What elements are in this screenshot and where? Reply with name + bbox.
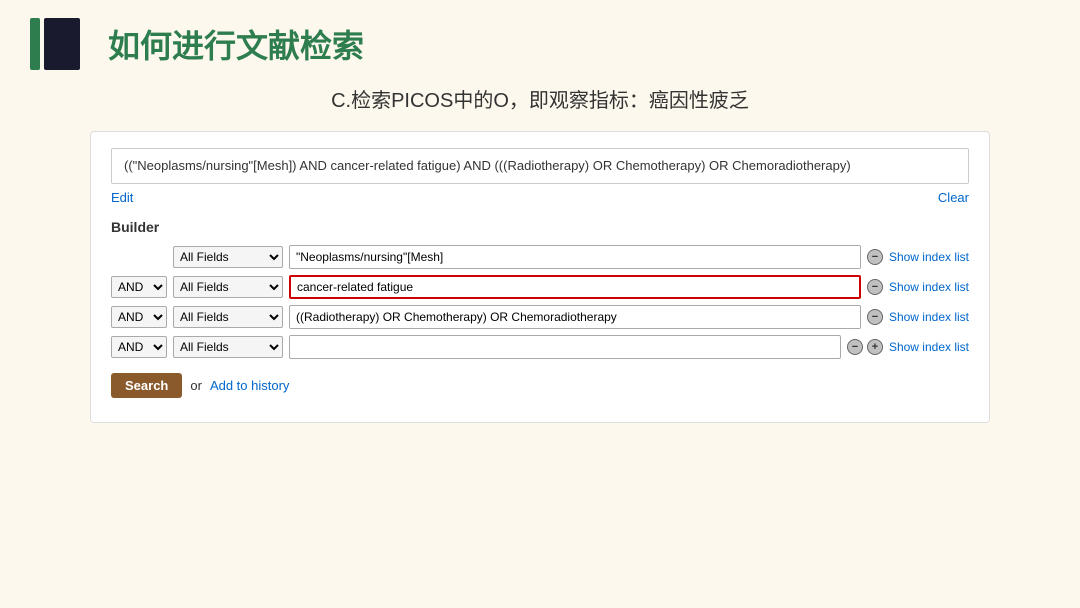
builder-label: Builder [111, 219, 969, 235]
query-display: (("Neoplasms/nursing"[Mesh]) AND cancer-… [111, 148, 969, 184]
builder-row: AND OR NOT All Fields − + Show index lis… [111, 335, 969, 359]
add-row-icon-4[interactable]: + [867, 339, 883, 355]
search-button[interactable]: Search [111, 373, 182, 398]
header: 如何进行文献检索 [0, 0, 1080, 80]
clear-link[interactable]: Clear [938, 190, 969, 205]
show-index-link-4[interactable]: Show index list [889, 340, 969, 354]
field-select-2[interactable]: All Fields [173, 276, 283, 298]
main-content: (("Neoplasms/nursing"[Mesh]) AND cancer-… [90, 131, 990, 423]
show-index-link-3[interactable]: Show index list [889, 310, 969, 324]
remove-row-icon-2[interactable]: − [867, 279, 883, 295]
bool-select-3[interactable]: AND OR NOT [111, 306, 167, 328]
term-input-1[interactable] [289, 245, 861, 269]
row-icons-2: − [867, 279, 883, 295]
builder-rows: All Fields − Show index list AND OR NOT … [111, 245, 969, 359]
or-text: or [190, 378, 202, 393]
remove-row-icon-4[interactable]: − [847, 339, 863, 355]
logo-green-bar [30, 18, 40, 70]
page-title: 如何进行文献检索 [108, 21, 364, 67]
bottom-row: Search or Add to history [111, 373, 969, 398]
subtitle: C.检索PICOS中的O，即观察指标：癌因性疲乏 [0, 84, 1080, 113]
builder-row: All Fields − Show index list [111, 245, 969, 269]
field-select-4[interactable]: All Fields [173, 336, 283, 358]
row-icons-3: − [867, 309, 883, 325]
row-icons-4: − + [847, 339, 883, 355]
logo-dark-square [44, 18, 80, 70]
query-actions: Edit Clear [111, 190, 969, 205]
row-icons-1: − [867, 249, 883, 265]
show-index-link-1[interactable]: Show index list [889, 250, 969, 264]
bool-select-2[interactable]: AND OR NOT [111, 276, 167, 298]
add-to-history-link[interactable]: Add to history [210, 378, 290, 393]
field-select-3[interactable]: All Fields [173, 306, 283, 328]
field-select-1[interactable]: All Fields [173, 246, 283, 268]
term-input-4[interactable] [289, 335, 841, 359]
builder-row: AND OR NOT All Fields − Show index list [111, 305, 969, 329]
builder-row: AND OR NOT All Fields − Show index list [111, 275, 969, 299]
remove-row-icon-3[interactable]: − [867, 309, 883, 325]
bool-select-4[interactable]: AND OR NOT [111, 336, 167, 358]
remove-row-icon-1[interactable]: − [867, 249, 883, 265]
edit-link[interactable]: Edit [111, 190, 133, 205]
term-input-3[interactable] [289, 305, 861, 329]
logo [30, 18, 80, 70]
term-input-2[interactable] [289, 275, 861, 299]
show-index-link-2[interactable]: Show index list [889, 280, 969, 294]
